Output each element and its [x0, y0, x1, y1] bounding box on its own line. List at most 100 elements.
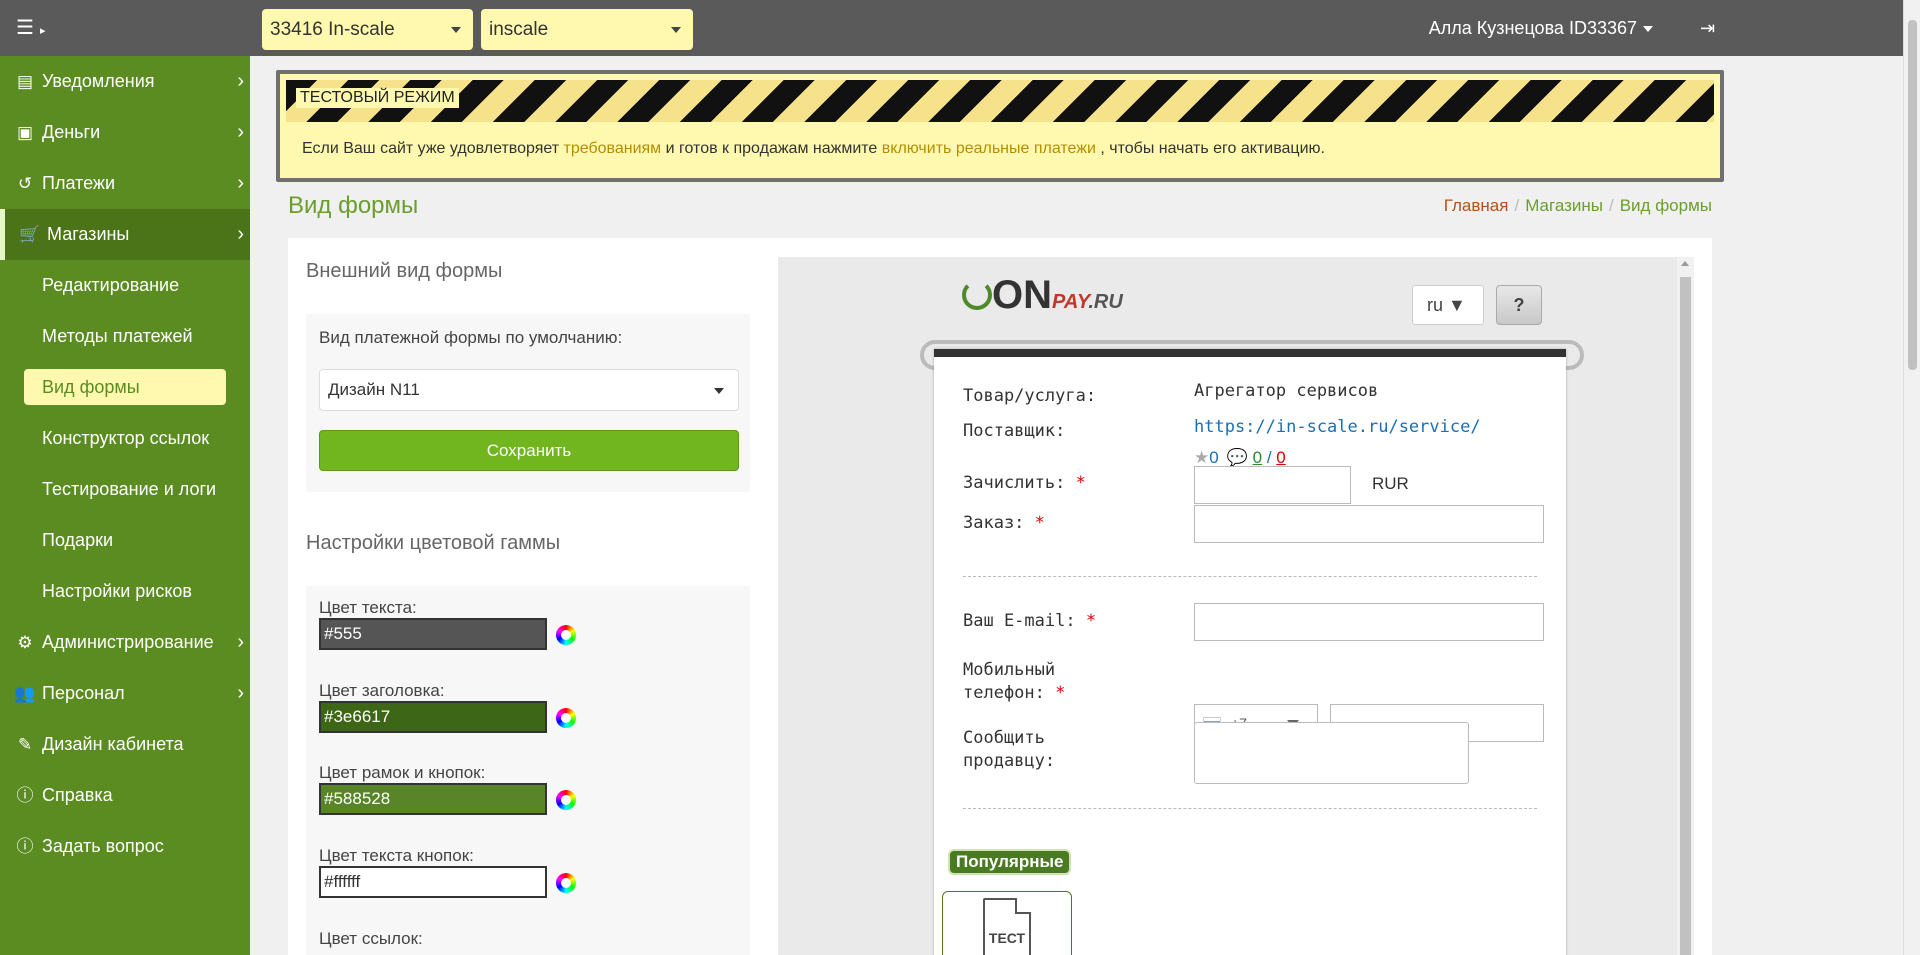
- sidebar-item-shops[interactable]: 🛒 Магазины ›: [0, 209, 250, 260]
- language-select[interactable]: ru ▼: [1412, 285, 1484, 325]
- default-form-select[interactable]: Дизайн N11: [319, 369, 739, 411]
- sidebar-subitem-link-builder[interactable]: Конструктор ссылок: [0, 413, 250, 464]
- color-row-links: Цвет ссылок:: [319, 929, 423, 948]
- breadcrumb: Главная / Магазины / Вид формы: [1443, 196, 1712, 215]
- heading-color-input[interactable]: #3e6617: [319, 701, 547, 733]
- breadcrumb-current: Вид формы: [1619, 196, 1712, 215]
- form-divider: [963, 576, 1537, 577]
- caret-down-icon: [1643, 26, 1653, 33]
- color-picker-icon[interactable]: [556, 790, 576, 810]
- border-color-input[interactable]: #588528: [319, 783, 547, 815]
- breadcrumb-home[interactable]: Главная: [1444, 196, 1509, 215]
- color-row-button-text: Цвет текста кнопок: #ffffff: [319, 846, 576, 898]
- logout-icon[interactable]: ⇥: [1700, 18, 1720, 38]
- color-row-text: Цвет текста: #555: [319, 598, 576, 650]
- sidebar-item-ask-question[interactable]: ⓘ Задать вопрос: [0, 821, 250, 872]
- sidebar-item-administration[interactable]: ⚙ Администрирование ›: [0, 617, 250, 668]
- color-picker-icon[interactable]: [556, 625, 576, 645]
- scroll-thumb[interactable]: [1680, 277, 1691, 955]
- page-title: Вид формы: [288, 192, 419, 219]
- caret-right-icon: ▸: [39, 25, 46, 37]
- chevron-down-icon: [671, 27, 681, 33]
- sidebar-item-notifications[interactable]: ▤ Уведомления ›: [0, 56, 250, 107]
- breadcrumb-shops[interactable]: Магазины: [1525, 196, 1603, 215]
- info-icon: ⓘ: [16, 786, 34, 805]
- sidebar-subitem-gifts[interactable]: Подарки: [0, 515, 250, 566]
- test-mode-tag: ТЕСТОВЫЙ РЕЖИМ: [296, 88, 459, 108]
- chevron-right-icon: ›: [237, 172, 244, 194]
- product-value: Агрегатор сервисов: [1194, 381, 1379, 401]
- brush-icon: ✎: [17, 735, 33, 754]
- chevron-right-icon: ›: [237, 223, 244, 245]
- history-icon: ↺: [17, 174, 33, 193]
- button-text-color-input[interactable]: #ffffff: [319, 866, 547, 898]
- user-menu[interactable]: Алла Кузнецова ID33367: [1429, 0, 1653, 56]
- appearance-section-title: Внешний вид формы: [306, 260, 503, 282]
- hamburger-icon: ☰: [16, 17, 34, 39]
- chevron-down-icon: [714, 388, 724, 394]
- scroll-up-icon[interactable]: [1681, 261, 1689, 266]
- enable-real-payments-link[interactable]: включить реальные платежи: [882, 140, 1096, 157]
- sidebar-subitem-risk-settings[interactable]: Настройки рисков: [0, 566, 250, 617]
- amount-label: Зачислить: *: [963, 473, 1086, 493]
- warning-stripes: [286, 80, 1714, 122]
- test-mode-banner: ТЕСТОВЫЙ РЕЖИМ Если Ваш сайт уже удовлет…: [276, 70, 1724, 182]
- shop-select[interactable]: 33416 In-scale: [262, 9, 473, 50]
- info-icon: ⓘ: [16, 837, 34, 856]
- sidebar-item-staff[interactable]: 👥 Персонал ›: [0, 668, 250, 719]
- color-row-borders: Цвет рамок и кнопок: #588528: [319, 763, 576, 815]
- page-scrollbar[interactable]: [1903, 0, 1920, 955]
- sidebar-subitem-testing-logs[interactable]: Тестирование и логи: [0, 464, 250, 515]
- sidebar-subitem-form-view[interactable]: Вид формы: [24, 369, 226, 405]
- default-form-box: Вид платежной формы по умолчанию: Дизайн…: [306, 314, 750, 492]
- supplier-label: Поставщик:: [963, 421, 1066, 441]
- sidebar-item-help[interactable]: ⓘ Справка: [0, 770, 250, 821]
- order-input[interactable]: [1194, 505, 1544, 543]
- test-mode-message: Если Ваш сайт уже удовлетворяет требован…: [302, 140, 1325, 157]
- save-button[interactable]: Сохранить: [319, 430, 739, 471]
- help-button[interactable]: ?: [1496, 285, 1542, 325]
- test-mode-banner-body: ТЕСТОВЫЙ РЕЖИМ Если Ваш сайт уже удовлет…: [280, 74, 1720, 178]
- phone-label: Мобильный телефон: *: [963, 660, 1066, 703]
- chevron-right-icon: ›: [237, 121, 244, 143]
- sidebar-item-payments[interactable]: ↺ Платежи ›: [0, 158, 250, 209]
- gear-icon: ⚙: [17, 633, 33, 652]
- money-icon: ▣: [16, 123, 34, 142]
- currency-label: RUR: [1372, 474, 1409, 493]
- chevron-right-icon: ›: [237, 70, 244, 92]
- test-payment-method[interactable]: ТЕСТ 0₽: [942, 891, 1072, 955]
- star-icon: ★: [1194, 448, 1210, 467]
- chevron-right-icon: ›: [237, 682, 244, 704]
- color-row-heading: Цвет заголовка: #3e6617: [319, 681, 576, 733]
- sidebar-item-cabinet-design[interactable]: ✎ Дизайн кабинета: [0, 719, 250, 770]
- default-form-label: Вид платежной формы по умолчанию:: [319, 328, 623, 347]
- scroll-thumb[interactable]: [1908, 20, 1917, 370]
- email-label: Ваш E-mail: *: [963, 611, 1097, 631]
- amount-input[interactable]: [1194, 466, 1351, 504]
- text-color-input[interactable]: #555: [319, 618, 547, 650]
- menu-toggle-button[interactable]: ☰ ▸: [0, 0, 250, 56]
- main-card: Внешний вид формы Вид платежной формы по…: [288, 238, 1712, 955]
- color-settings-box: Цвет текста: #555 Цвет заголовка: #3e661…: [306, 586, 750, 955]
- supplier-link[interactable]: https://in-scale.ru/service/: [1194, 417, 1481, 437]
- order-label: Заказ: *: [963, 513, 1045, 533]
- form-preview: ONPAY.RU ru ▼ ? Товар/услуга: Агрегатор …: [778, 257, 1694, 955]
- sidebar-subitem-payment-methods[interactable]: Методы платежей: [0, 311, 250, 362]
- email-input[interactable]: [1194, 603, 1544, 641]
- supplier-rating: ★0 💬 0 / 0: [1194, 448, 1286, 467]
- top-bar: ☰ ▸ 33416 In-scale inscale Алла Кузнецова…: [0, 0, 1920, 56]
- color-picker-icon[interactable]: [556, 708, 576, 728]
- document-icon: [983, 898, 1031, 955]
- sidebar-subitem-edit[interactable]: Редактирование: [0, 260, 250, 311]
- onpay-logo: ONPAY.RU: [962, 273, 1123, 318]
- color-picker-icon[interactable]: [556, 873, 576, 893]
- note-textarea[interactable]: [1194, 722, 1469, 784]
- form-divider: [963, 808, 1537, 809]
- product-label: Товар/услуга:: [963, 386, 1097, 406]
- power-icon: [962, 280, 992, 310]
- domain-select[interactable]: inscale: [481, 9, 693, 50]
- preview-scrollbar[interactable]: [1677, 257, 1694, 955]
- newspaper-icon: ▤: [16, 72, 34, 91]
- sidebar-item-money[interactable]: ▣ Деньги ›: [0, 107, 250, 158]
- requirements-link[interactable]: требованиям: [564, 140, 662, 157]
